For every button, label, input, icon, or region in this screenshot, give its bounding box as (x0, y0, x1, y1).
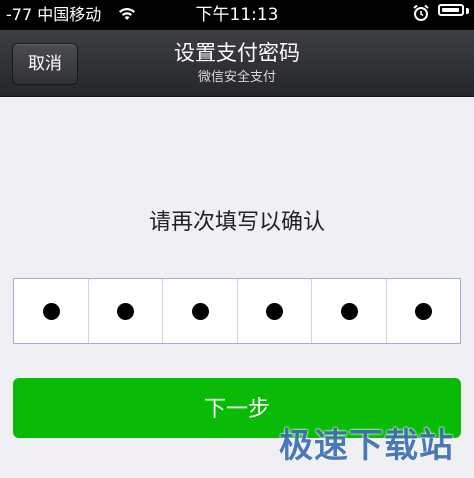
pin-dot (117, 303, 135, 320)
pin-dot (42, 303, 60, 320)
pin-dot (340, 303, 358, 320)
watermark: 极速下载站 (279, 426, 454, 466)
pin-cell (238, 279, 312, 343)
alarm-icon (413, 4, 429, 21)
battery-icon (438, 4, 464, 16)
navigation-bar: 取消 设置支付密码 微信安全支付 (0, 30, 474, 97)
page-subtitle: 微信安全支付 (197, 70, 276, 85)
pin-dot (415, 303, 433, 320)
pin-cell (14, 279, 89, 343)
pin-cell (89, 279, 163, 343)
page-title: 设置支付密码 (174, 41, 300, 65)
pin-dot (191, 303, 209, 320)
battery-level (442, 8, 459, 12)
pin-cell (312, 279, 387, 343)
battery-tip (466, 8, 469, 14)
pin-cell (163, 279, 238, 343)
pin-dot (266, 303, 284, 320)
pin-input[interactable] (13, 278, 461, 344)
confirm-prompt: 请再次填写以确认 (148, 210, 325, 235)
pin-cell (387, 279, 461, 343)
status-bar: -77 中国移动 下午11:13 (0, 0, 474, 30)
status-time: 下午11:13 (195, 5, 279, 25)
